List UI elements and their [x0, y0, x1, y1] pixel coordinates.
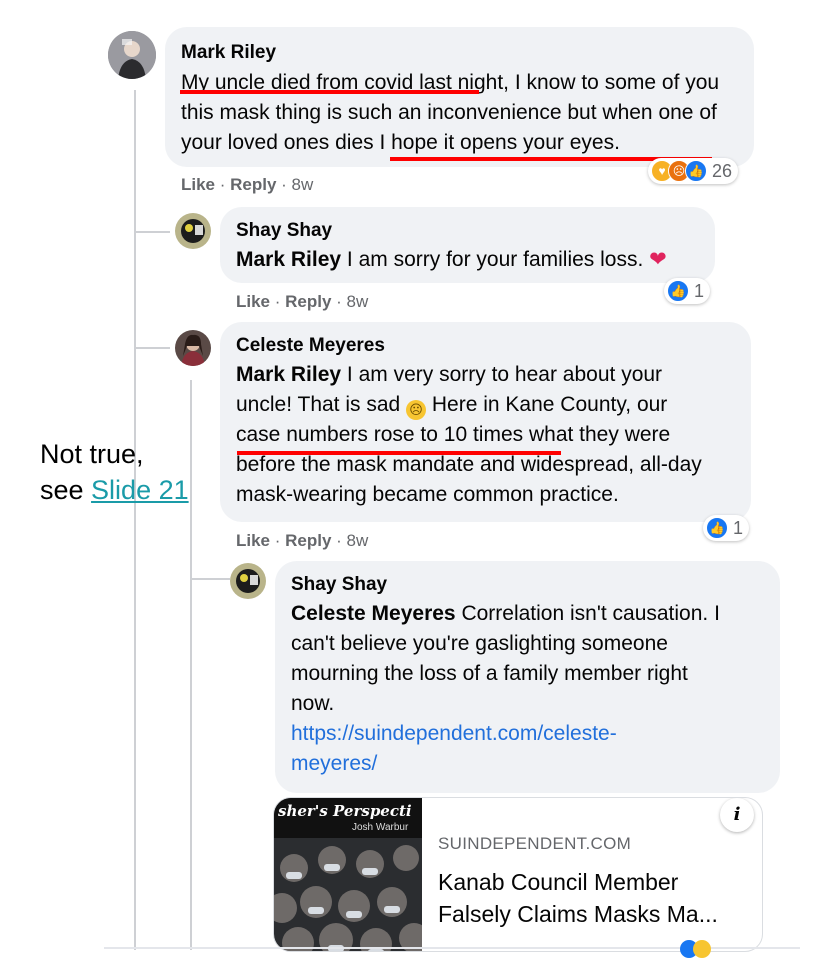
link-title: Kanab Council Member Falsely Claims Mask…: [438, 866, 718, 930]
comment-bubble-shay-1: Shay Shay Mark Riley I am sorry for your…: [220, 207, 715, 283]
avatar-celeste-meyeres[interactable]: [175, 330, 211, 366]
comment-author[interactable]: Celeste Meyeres: [236, 334, 735, 358]
slide-21-link[interactable]: Slide 21: [91, 475, 189, 505]
comment-text-b: Here in Kane County, our: [426, 393, 668, 416]
reaction-summary-celeste[interactable]: 👍 1: [703, 515, 750, 541]
like-button[interactable]: Like: [181, 175, 215, 194]
comment-author[interactable]: Mark Riley: [181, 41, 738, 65]
comment-bubble-mark-riley: Mark Riley My uncle died from covid last…: [165, 27, 754, 167]
reaction-summary-shay-1[interactable]: 👍 1: [664, 278, 711, 304]
info-glyph: i: [733, 804, 741, 825]
link-thumbnail: sher's Perspecti Josh Warbur: [274, 798, 422, 951]
reaction-count: 1: [694, 280, 705, 301]
article-url-link[interactable]: https://suindependent.com/celeste- meyer…: [291, 719, 764, 779]
red-underline-1: [180, 90, 479, 94]
thread-branch-1: [134, 231, 170, 233]
reply-button[interactable]: Reply: [285, 531, 331, 550]
comment-actions-mark: Like · Reply · 8w: [181, 175, 314, 194]
comment-time[interactable]: 8w: [347, 531, 369, 550]
link-preview-card[interactable]: sher's Perspecti Josh Warbur SUINDEPENDE…: [273, 797, 763, 952]
mention-tag[interactable]: Mark Riley: [236, 363, 341, 386]
like-button[interactable]: Like: [236, 292, 270, 311]
red-underline-3: [237, 451, 561, 455]
heart-icon: ❤: [649, 248, 667, 271]
thread-line-sub: [190, 380, 192, 950]
reaction-count: 26: [712, 160, 733, 181]
info-icon[interactable]: i: [720, 798, 754, 832]
comment-bubble-celeste: Celeste Meyeres Mark Riley I am very sor…: [220, 322, 751, 522]
avatar-shay-shay[interactable]: [175, 213, 211, 249]
thread-branch-3: [190, 578, 230, 580]
comment-text-body: I am sorry for your families loss.: [346, 248, 644, 271]
comment-author[interactable]: Shay Shay: [291, 573, 764, 597]
comment-bubble-shay-2: Shay Shay Celeste Meyeres Correlation is…: [275, 561, 780, 793]
annotation-note: Not true, see Slide 21: [40, 436, 189, 508]
reply-button[interactable]: Reply: [230, 175, 276, 194]
comment-text: Mark Riley I am very sorry to hear about…: [236, 360, 706, 510]
like-icon: 👍: [685, 160, 707, 182]
annotation-prefix: see: [40, 475, 92, 505]
link-title-line-1: Kanab Council Member: [438, 869, 679, 895]
annotation-line-1: Not true,: [40, 439, 144, 469]
annotation-line-2: see Slide 21: [40, 472, 189, 508]
sad-face-icon: ☹: [406, 400, 427, 420]
comment-text: Mark Riley I am sorry for your families …: [236, 245, 699, 275]
like-icon: 👍: [706, 517, 728, 539]
comment-time[interactable]: 8w: [292, 175, 314, 194]
comment-actions-celeste: Like · Reply · 8w: [236, 531, 369, 550]
like-icon: 👍: [667, 280, 689, 302]
partial-haha-icon: [693, 940, 711, 958]
comment-time[interactable]: 8w: [347, 292, 369, 311]
reply-button[interactable]: Reply: [285, 292, 331, 311]
thread-line-main: [134, 90, 136, 950]
thumb-heading: sher's Perspecti: [278, 802, 412, 820]
article-url-line-1: https://suindependent.com/celeste-: [291, 722, 617, 745]
avatar-shay-shay-2[interactable]: [230, 563, 266, 599]
reaction-count: 1: [733, 517, 744, 538]
comment-actions-shay-1: Like · Reply · 8w: [236, 292, 369, 311]
like-button[interactable]: Like: [236, 531, 270, 550]
partial-reaction-icons: [680, 940, 720, 958]
comment-text: Celeste Meyeres Correlation isn't causat…: [291, 599, 731, 719]
comment-text-underlined: case numbers rose to 10 times: [236, 423, 524, 446]
reaction-summary-mark[interactable]: ♥ ☹ 👍 26: [648, 158, 739, 184]
link-title-line-2: Falsely Claims Masks Ma...: [438, 901, 718, 927]
comment-text: My uncle died from covid last night, I k…: [181, 68, 738, 158]
comment-author[interactable]: Shay Shay: [236, 219, 699, 243]
avatar-mark-riley[interactable]: [108, 31, 156, 79]
thread-branch-2: [134, 347, 170, 349]
mention-tag[interactable]: Celeste Meyeres: [291, 602, 456, 625]
thumb-byline: Josh Warbur: [352, 822, 409, 833]
link-domain: SUINDEPENDENT.COM: [438, 834, 632, 853]
article-url-line-2: meyeres/: [291, 752, 378, 775]
mention-tag[interactable]: Mark Riley: [236, 248, 341, 271]
